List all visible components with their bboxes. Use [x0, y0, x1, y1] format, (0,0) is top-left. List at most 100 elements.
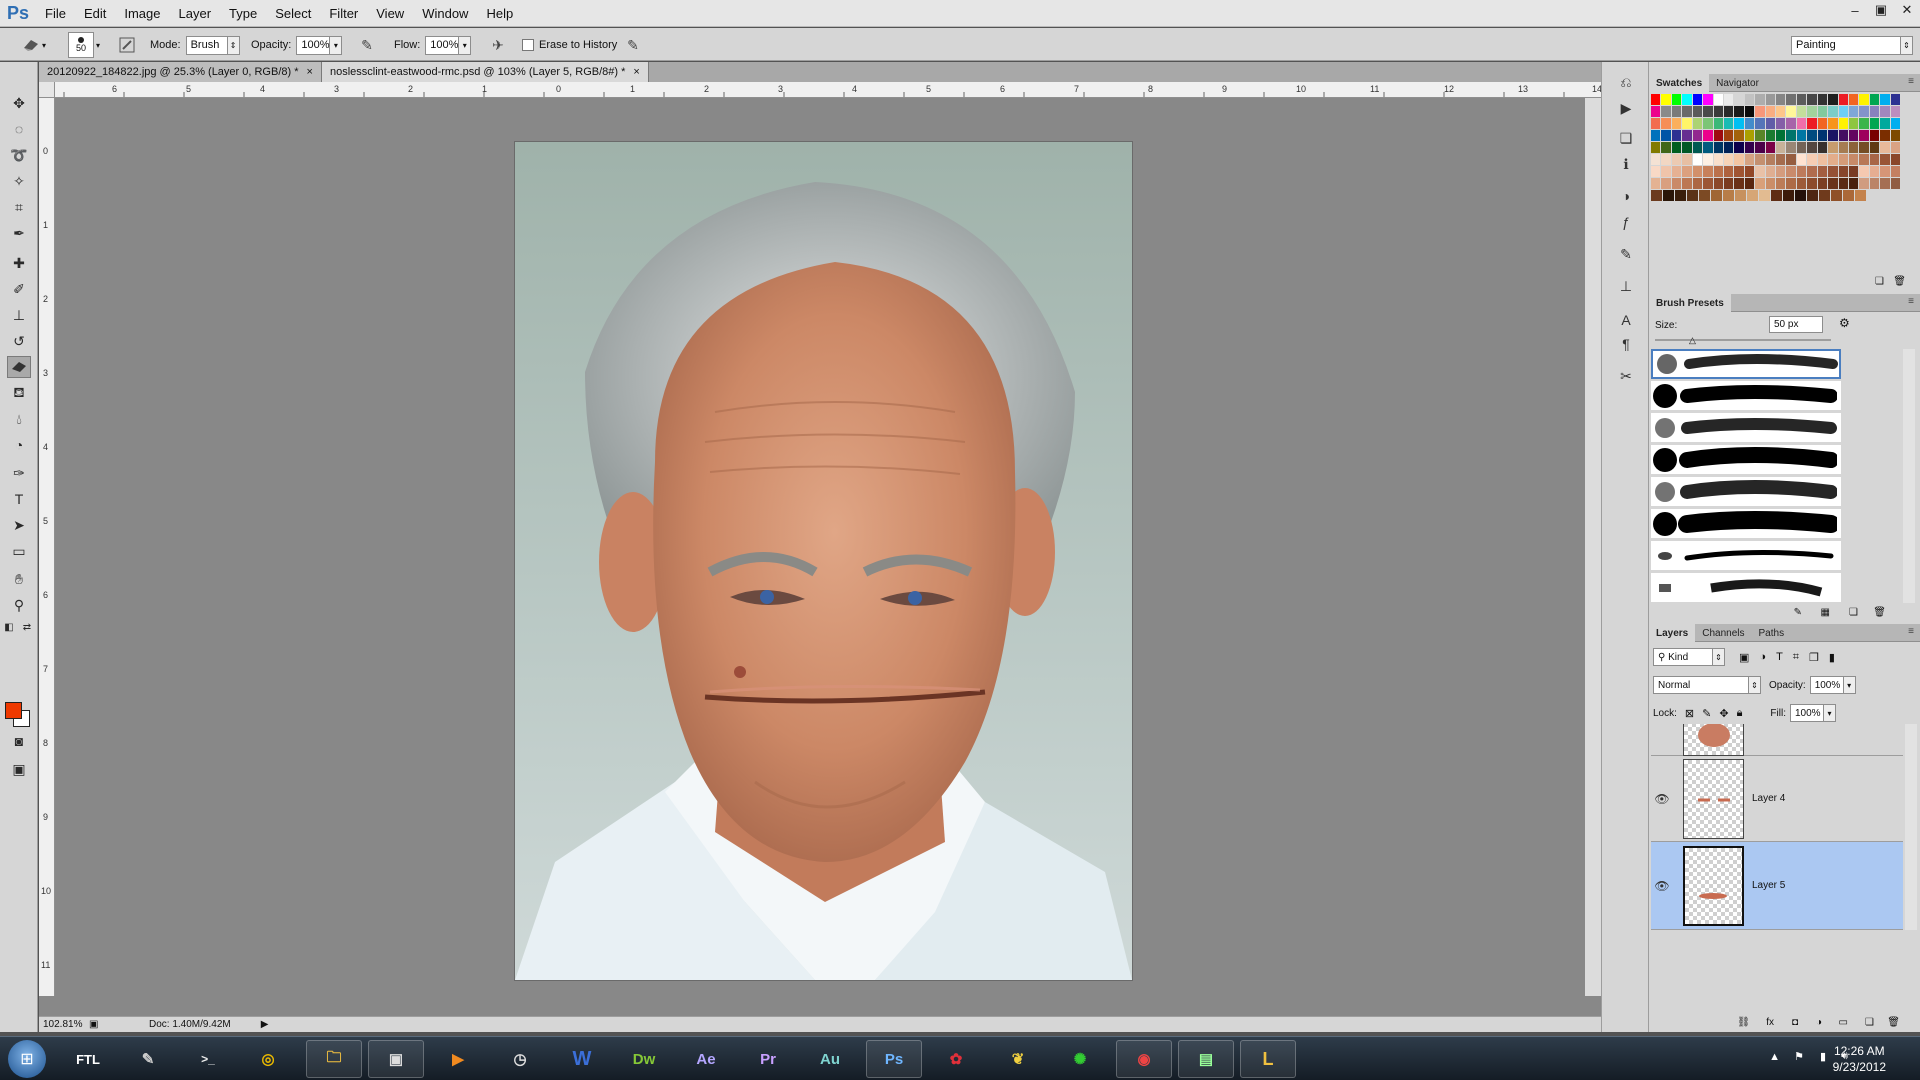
taskbar-app-premiere[interactable]: Pr: [740, 1040, 796, 1078]
tab-paths[interactable]: Paths: [1752, 624, 1792, 642]
character-panel-icon[interactable]: A: [1616, 310, 1636, 330]
layer-mask-icon[interactable]: ◘: [1792, 1017, 1798, 1028]
media-player-icon[interactable]: ▶: [430, 1040, 486, 1078]
filter-type-icon[interactable]: T: [1776, 651, 1783, 663]
fill-dropdown-icon[interactable]: ▾: [1823, 704, 1836, 722]
hand-tool-icon[interactable]: ✋︎: [7, 568, 31, 590]
lock-transparency-icon[interactable]: ⊠: [1685, 707, 1694, 720]
brush-preset-7[interactable]: [1651, 541, 1841, 571]
actions-panel-icon[interactable]: ▶: [1616, 98, 1636, 118]
menu-type[interactable]: Type: [220, 0, 266, 27]
clone-stamp-tool-icon[interactable]: ⊥: [7, 304, 31, 326]
layer-comps-icon[interactable]: ❏: [1616, 128, 1636, 148]
foreground-color-swatch[interactable]: [5, 702, 22, 719]
history-brush-tool-icon[interactable]: ↺: [7, 330, 31, 352]
brush-preset-6[interactable]: [1651, 509, 1841, 539]
brush-presets-scrollbar[interactable]: [1903, 349, 1915, 603]
paint-bucket-tool-icon[interactable]: ⛾: [7, 382, 31, 404]
document-tab-2[interactable]: noslessclint-eastwood-rmc.psd @ 103% (La…: [321, 62, 649, 82]
restore-button[interactable]: ▣: [1868, 0, 1894, 20]
system-app-icon[interactable]: ▣: [368, 1040, 424, 1078]
adjustment-layer-icon[interactable]: ◑: [1816, 1017, 1822, 1028]
opacity-dropdown-icon[interactable]: ▾: [330, 35, 343, 55]
ruler-origin[interactable]: [39, 82, 55, 98]
brush-size-input[interactable]: 50 px: [1769, 316, 1823, 333]
move-tool-icon[interactable]: ✥: [7, 92, 31, 114]
crop-tool-icon[interactable]: ⌗: [7, 196, 31, 218]
document-canvas[interactable]: [515, 142, 1132, 980]
close-button[interactable]: ✕: [1894, 0, 1920, 20]
menu-window[interactable]: Window: [413, 0, 477, 27]
brush-preset-5[interactable]: [1651, 477, 1841, 507]
info-panel-icon[interactable]: ℹ: [1616, 154, 1636, 174]
mode-dropdown-icon[interactable]: ⇕: [227, 35, 240, 55]
document-tab-1[interactable]: 20120922_184822.jpg @ 25.3% (Layer 0, RG…: [39, 62, 322, 82]
new-layer-icon[interactable]: ❏: [1865, 1017, 1874, 1028]
trash-icon[interactable]: 🗑︎: [1873, 607, 1886, 618]
filter-smart-object-icon[interactable]: ❐: [1809, 651, 1819, 664]
fill-input[interactable]: 100%: [1789, 704, 1824, 722]
layer-row[interactable]: 👁︎ Layer 4: [1651, 756, 1903, 842]
menu-view[interactable]: View: [367, 0, 413, 27]
tool-presets-icon[interactable]: ✂: [1616, 366, 1636, 386]
brush-preset-3[interactable]: [1651, 413, 1841, 443]
flow-input[interactable]: 100%: [425, 35, 460, 55]
taskbar-app-word[interactable]: W: [554, 1040, 610, 1078]
layer-row-selected[interactable]: 👁︎ Layer 5: [1651, 842, 1903, 930]
eraser-tool-preset[interactable]: ▾: [20, 35, 46, 55]
system-tool-icon[interactable]: ▤: [1178, 1040, 1234, 1078]
new-brush-icon[interactable]: ❏: [1849, 607, 1858, 618]
chevron-down-icon[interactable]: ▾: [96, 41, 100, 50]
layer-row-partial[interactable]: [1651, 724, 1903, 756]
menu-layer[interactable]: Layer: [170, 0, 221, 27]
styles-panel-icon[interactable]: ƒ: [1616, 212, 1636, 232]
new-swatch-icon[interactable]: ❏: [1875, 276, 1884, 287]
filter-toggle-icon[interactable]: ▮: [1829, 651, 1835, 664]
rectangle-tool-icon[interactable]: ▭: [7, 540, 31, 562]
network-icon[interactable]: ▮: [1820, 1050, 1826, 1063]
taskbar-app-ftl[interactable]: FTL: [60, 1040, 116, 1078]
marquee-tool-icon[interactable]: ◌: [7, 118, 31, 140]
horizontal-ruler[interactable]: 6 5 4 3 2 1 0 1 2 3 4 5 6 7 8 9 10 11 12…: [55, 82, 1601, 98]
terminal-app-icon[interactable]: >_: [180, 1040, 236, 1078]
brush-tip-preview[interactable]: 50: [68, 32, 94, 58]
vertical-scrollbar[interactable]: [1585, 98, 1601, 996]
clock-app-icon[interactable]: ◷: [492, 1040, 548, 1078]
brush-preset-8[interactable]: [1651, 573, 1841, 603]
tab-navigator[interactable]: Navigator: [1709, 74, 1766, 92]
history-panel-icon[interactable]: ⎌: [1616, 72, 1636, 92]
flow-dropdown-icon[interactable]: ▾: [459, 35, 472, 55]
eyedropper-tool-icon[interactable]: ✒: [7, 222, 31, 244]
taskbar-app-dreamweaver[interactable]: Dw: [616, 1040, 672, 1078]
path-selection-tool-icon[interactable]: ➤: [7, 514, 31, 536]
healing-brush-tool-icon[interactable]: ✚: [7, 252, 31, 274]
close-icon[interactable]: ×: [307, 66, 313, 78]
eraser-tool-icon[interactable]: [7, 356, 31, 378]
lock-position-icon[interactable]: ✥: [1719, 707, 1728, 720]
panel-menu-icon[interactable]: ≡: [1908, 296, 1914, 307]
opacity-input[interactable]: 100%: [296, 35, 331, 55]
brush-preset-2[interactable]: [1651, 381, 1841, 411]
menu-select[interactable]: Select: [266, 0, 320, 27]
new-group-icon[interactable]: ▭: [1839, 1017, 1848, 1028]
tab-brush-presets[interactable]: Brush Presets: [1649, 294, 1731, 312]
erase-history-option[interactable]: Erase to History: [522, 35, 617, 55]
pressure-opacity-toggle[interactable]: ✎: [356, 35, 378, 55]
screen-mode-icon[interactable]: ▣: [7, 758, 31, 780]
brush-size-slider[interactable]: [1655, 339, 1831, 341]
trash-icon[interactable]: 🗑︎: [1887, 1017, 1900, 1028]
adjustments-panel-icon[interactable]: ◑: [1616, 186, 1636, 206]
zoom-level[interactable]: 102.81%: [43, 1019, 82, 1030]
layer-opacity-input[interactable]: 100%: [1809, 676, 1844, 694]
slider-thumb-icon[interactable]: △: [1689, 335, 1696, 346]
taskbar-app-league[interactable]: L: [1240, 1040, 1296, 1078]
workspace-switcher[interactable]: Painting ⇕: [1791, 35, 1913, 55]
filter-pixel-icon[interactable]: ▣: [1739, 651, 1749, 664]
fruit-app-icon[interactable]: ❦: [990, 1040, 1046, 1078]
flag-icon[interactable]: ⚑: [1794, 1050, 1804, 1063]
brush-tool-icon[interactable]: ✐: [7, 278, 31, 300]
dodge-tool-icon[interactable]: ◔: [7, 434, 31, 456]
pen-app-icon[interactable]: ✎: [120, 1040, 176, 1078]
taskbar-app-after-effects[interactable]: Ae: [678, 1040, 734, 1078]
brush-panel-icon[interactable]: ✎: [1616, 244, 1636, 264]
